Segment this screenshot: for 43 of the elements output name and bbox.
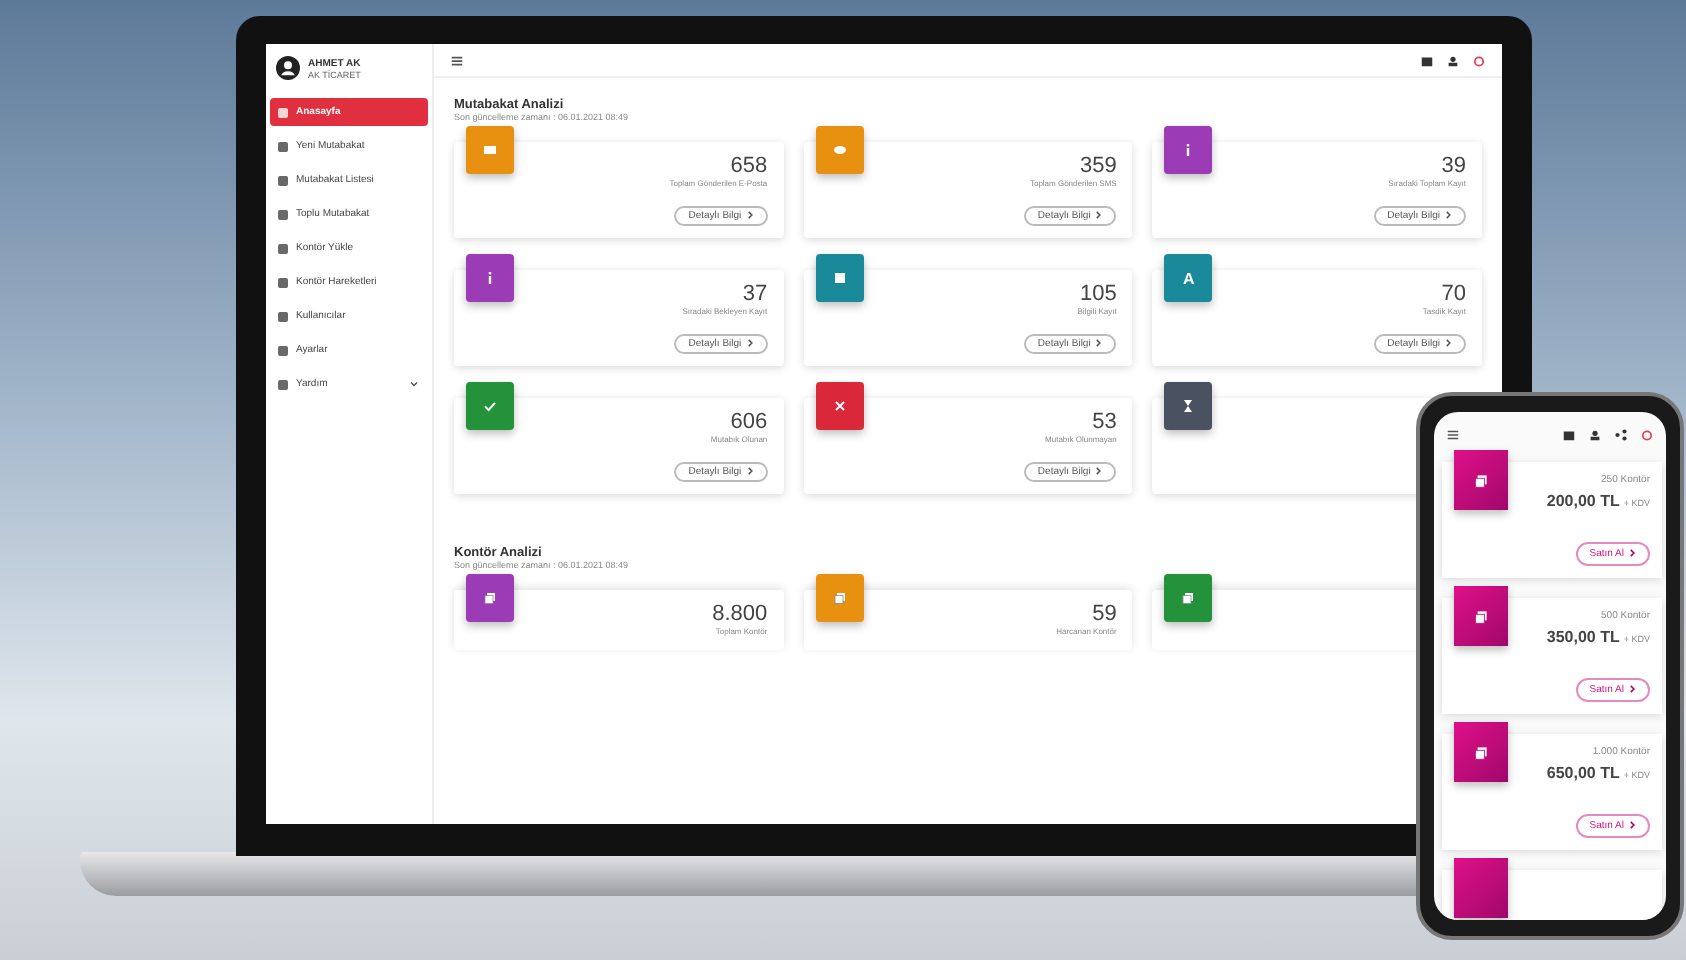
copy-icon xyxy=(1472,743,1490,761)
copy-icon xyxy=(1180,590,1197,606)
mail-icon xyxy=(482,142,498,158)
price-text: 650,00 TL xyxy=(1546,764,1620,782)
icon-tile xyxy=(1454,858,1508,918)
price-text: 350,00 TL xyxy=(1546,628,1620,646)
chevron-right-icon xyxy=(1094,210,1103,221)
stat-value: 359 xyxy=(1079,154,1117,178)
avatar-icon xyxy=(276,56,300,80)
chevron-right-icon xyxy=(1444,210,1452,221)
hourglass-icon xyxy=(1180,398,1197,414)
stat-value: 8.800 xyxy=(712,602,768,626)
copy-icon xyxy=(831,590,848,606)
chevron-right-icon xyxy=(1628,820,1636,831)
share-icon[interactable] xyxy=(1614,428,1628,442)
user-icon[interactable] xyxy=(1588,428,1602,442)
copy-icon xyxy=(1472,607,1490,625)
copy-icon xyxy=(482,590,498,606)
copy-icon xyxy=(1472,471,1490,489)
stat-value: 105 xyxy=(1079,282,1117,306)
stat-value: 53 xyxy=(1092,410,1117,434)
chevron-right-icon xyxy=(745,466,754,477)
stat-value: 658 xyxy=(730,154,768,178)
chevron-right-icon xyxy=(1094,338,1103,349)
chevron-right-icon xyxy=(1444,338,1452,349)
user-icon[interactable] xyxy=(1446,53,1460,67)
stat-value: 39 xyxy=(1441,154,1466,178)
chevron-right-icon xyxy=(745,338,754,349)
chat-icon xyxy=(831,142,848,158)
stat-value: 70 xyxy=(1441,282,1466,306)
menu-icon[interactable] xyxy=(450,53,464,67)
menu-icon[interactable] xyxy=(1446,428,1460,442)
chevron-right-icon xyxy=(1628,548,1636,559)
check-icon xyxy=(482,398,498,414)
stat-value: 37 xyxy=(742,282,768,306)
chevron-right-icon xyxy=(745,210,754,221)
cross-icon xyxy=(831,398,848,414)
price-text: 200,00 TL xyxy=(1546,492,1620,510)
stat-value: 606 xyxy=(730,410,768,434)
chevron-right-icon xyxy=(1628,684,1636,695)
chevron-right-icon xyxy=(1094,466,1103,477)
stat-value: 59 xyxy=(1092,602,1117,626)
icon-tile: A xyxy=(1164,254,1213,302)
